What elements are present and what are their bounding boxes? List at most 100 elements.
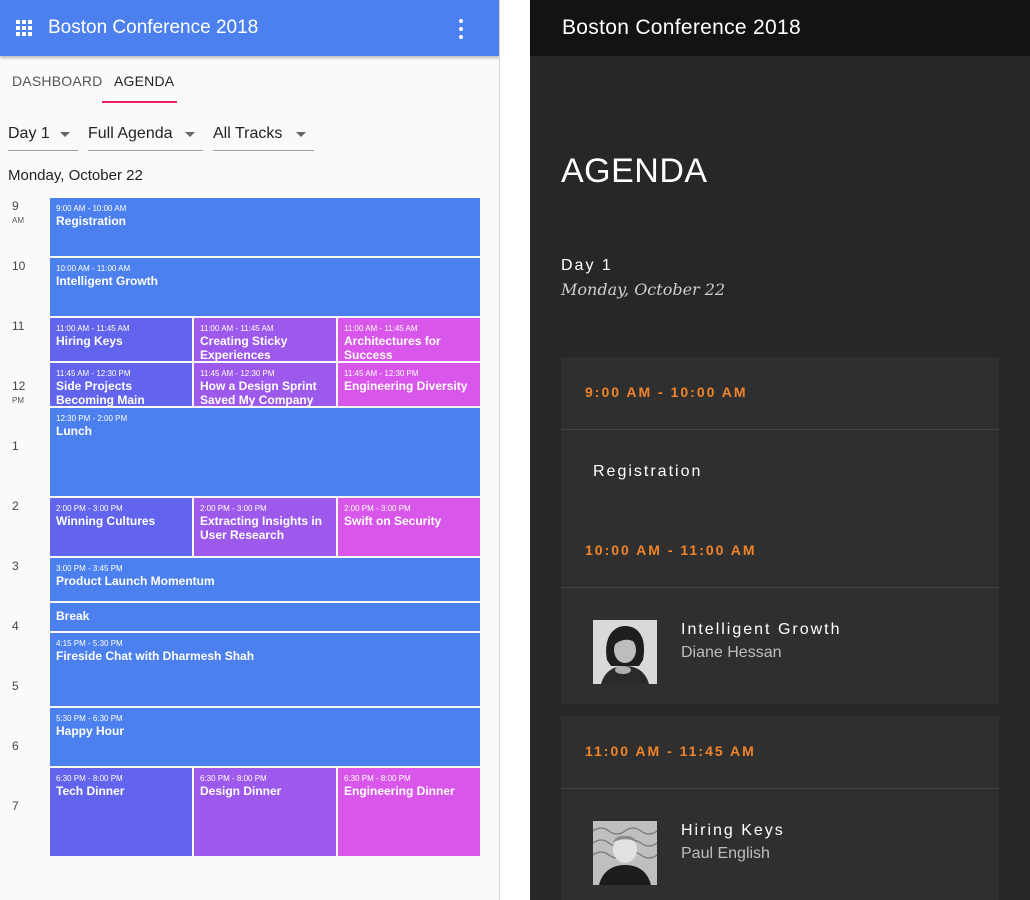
hour-label: 5 xyxy=(12,679,19,693)
tracks-select[interactable]: All Tracks xyxy=(213,123,314,151)
event-name: Tech Dinner xyxy=(56,784,125,798)
event-name: Architectures for Success xyxy=(344,334,441,361)
day-label: Day 1 xyxy=(561,257,613,274)
event-time: 6:30 PM - 8:00 PM xyxy=(200,774,267,783)
event-name: Creating Sticky Experiences xyxy=(200,334,288,361)
event-name: How a Design Sprint Saved My Company xyxy=(200,379,317,406)
event-time: 6:30 PM - 8:00 PM xyxy=(344,774,411,783)
event-fireside-chat[interactable]: 4:15 PM - 5:30 PM Fireside Chat with Dha… xyxy=(50,633,480,706)
event-architectures-for-success[interactable]: 11:00 AM - 11:45 AM Architectures for Su… xyxy=(338,318,480,361)
event-creating-sticky-experiences[interactable]: 11:00 AM - 11:45 AM Creating Sticky Expe… xyxy=(194,318,336,361)
hour-label: 3 xyxy=(12,559,19,573)
event-intelligent-growth[interactable]: 10:00 AM - 11:00 AM Intelligent Growth xyxy=(50,258,480,316)
event-tech-dinner[interactable]: 6:30 PM - 8:00 PM Tech Dinner xyxy=(50,768,192,856)
mobile-agenda-panel: Boston Conference 2018 AGENDA Day 1 Mond… xyxy=(530,0,1030,900)
talk-card-hiring-keys[interactable]: Hiring Keys Paul English xyxy=(561,789,999,900)
speaker-avatar xyxy=(593,821,657,885)
slot-time: 9:00 AM - 10:00 AM xyxy=(585,384,748,400)
event-name: Intelligent Growth xyxy=(56,274,158,288)
speaker-avatar xyxy=(593,620,657,684)
event-registration[interactable]: 9:00 AM - 10:00 AM Registration xyxy=(50,198,480,256)
event-swift-on-security[interactable]: 2:00 PM - 3:00 PM Swift on Security xyxy=(338,498,480,556)
event-name: Break xyxy=(56,609,90,623)
hour-label: 6 xyxy=(12,739,19,753)
event-name: Product Launch Momentum xyxy=(56,574,215,588)
event-name: Lunch xyxy=(56,424,92,438)
event-break[interactable]: Break xyxy=(50,603,480,631)
hour-ampm: AM xyxy=(12,216,24,225)
event-time: 2:00 PM - 3:00 PM xyxy=(56,504,123,513)
more-vert-icon[interactable] xyxy=(457,19,465,39)
talk-card-intelligent-growth[interactable]: Intelligent Growth Diane Hessan xyxy=(561,588,999,704)
event-time: 3:00 PM - 3:45 PM xyxy=(56,564,123,573)
event-name: Swift on Security xyxy=(344,514,442,528)
event-name: Extracting Insights in User Research xyxy=(200,514,323,542)
event-lunch[interactable]: 12:30 PM - 2:00 PM Lunch xyxy=(50,408,480,496)
hour-ampm: PM xyxy=(12,396,24,405)
hour-label: 4 xyxy=(12,619,19,633)
tab-dashboard[interactable]: DASHBOARD xyxy=(12,73,102,89)
event-product-launch-momentum[interactable]: 3:00 PM - 3:45 PM Product Launch Momentu… xyxy=(50,558,480,601)
time-slot-header: 9:00 AM - 10:00 AM xyxy=(561,357,999,430)
event-hiring-keys[interactable]: 11:00 AM - 11:45 AM Hiring Keys xyxy=(50,318,192,361)
event-time: 5:30 PM - 6:30 PM xyxy=(56,714,123,723)
talk-title: Intelligent Growth xyxy=(681,621,842,638)
event-time: 2:00 PM - 3:00 PM xyxy=(344,504,411,513)
mobile-header: Boston Conference 2018 xyxy=(530,0,1030,56)
talk-speaker: Diane Hessan xyxy=(681,644,782,661)
event-name: Design Dinner xyxy=(200,784,282,798)
event-design-dinner[interactable]: 6:30 PM - 8:00 PM Design Dinner xyxy=(194,768,336,856)
hour-label: 12 xyxy=(12,379,26,393)
active-tab-indicator xyxy=(102,101,177,103)
hour-label: 7 xyxy=(12,799,19,813)
event-time: 6:30 PM - 8:00 PM xyxy=(56,774,123,783)
event-time: 11:00 AM - 11:45 AM xyxy=(56,324,130,333)
speaker-photo-icon xyxy=(593,821,657,885)
event-winning-cultures[interactable]: 2:00 PM - 3:00 PM Winning Cultures xyxy=(50,498,192,556)
dropdown-arrow-icon xyxy=(185,132,195,137)
event-name: Happy Hour xyxy=(56,724,125,738)
day-select-value: Day 1 xyxy=(8,125,50,142)
desktop-agenda-panel: Boston Conference 2018 DASHBOARD AGENDA … xyxy=(0,0,500,900)
talk-card-registration[interactable]: Registration xyxy=(561,430,999,515)
event-time: 9:00 AM - 10:00 AM xyxy=(56,204,127,213)
talk-title: Hiring Keys xyxy=(681,822,785,839)
agenda-select[interactable]: Full Agenda xyxy=(88,123,203,151)
time-slot-header: 11:00 AM - 11:45 AM xyxy=(561,716,999,789)
hour-label: 9 xyxy=(12,199,19,213)
tab-agenda[interactable]: AGENDA xyxy=(114,73,174,89)
talk-speaker: Paul English xyxy=(681,845,770,862)
event-time: 11:00 AM - 11:45 AM xyxy=(344,324,418,333)
event-time: 4:15 PM - 5:30 PM xyxy=(56,639,123,648)
event-side-projects[interactable]: 11:45 AM - 12:30 PM Side Projects Becomi… xyxy=(50,363,192,406)
event-time: 11:45 AM - 12:30 PM xyxy=(56,369,131,378)
event-time: 2:00 PM - 3:00 PM xyxy=(200,504,267,513)
event-name: Registration xyxy=(56,214,127,228)
event-engineering-dinner[interactable]: 6:30 PM - 8:00 PM Engineering Dinner xyxy=(338,768,480,856)
apps-grid-icon[interactable] xyxy=(16,20,32,36)
event-design-sprint[interactable]: 11:45 AM - 12:30 PM How a Design Sprint … xyxy=(194,363,336,406)
day-select[interactable]: Day 1 xyxy=(8,123,78,151)
dropdown-arrow-icon xyxy=(296,132,306,137)
event-engineering-diversity[interactable]: 11:45 AM - 12:30 PM Engineering Diversit… xyxy=(338,363,480,406)
tracks-select-value: All Tracks xyxy=(213,125,283,142)
event-extracting-insights[interactable]: 2:00 PM - 3:00 PM Extracting Insights in… xyxy=(194,498,336,556)
speaker-photo-icon xyxy=(593,620,657,684)
slot-time: 10:00 AM - 11:00 AM xyxy=(585,542,757,558)
event-time: 11:45 AM - 12:30 PM xyxy=(200,369,275,378)
event-time: 10:00 AM - 11:00 AM xyxy=(56,264,131,273)
app-title: Boston Conference 2018 xyxy=(48,17,259,38)
event-happy-hour[interactable]: 5:30 PM - 6:30 PM Happy Hour xyxy=(50,708,480,766)
event-name: Hiring Keys xyxy=(56,334,123,348)
event-name: Engineering Diversity xyxy=(344,379,468,393)
event-time: 12:30 PM - 2:00 PM xyxy=(56,414,128,423)
tab-bar: DASHBOARD AGENDA xyxy=(0,57,499,105)
event-time: 11:00 AM - 11:45 AM xyxy=(200,324,274,333)
event-name: Engineering Dinner xyxy=(344,784,455,798)
hour-label: 11 xyxy=(12,319,25,333)
time-slot-header: 10:00 AM - 11:00 AM xyxy=(561,515,999,588)
event-time: 11:45 AM - 12:30 PM xyxy=(344,369,419,378)
talk-title: Registration xyxy=(593,463,703,480)
event-name: Side Projects Becoming Main Projects xyxy=(56,379,145,406)
app-bar: Boston Conference 2018 xyxy=(0,0,499,56)
